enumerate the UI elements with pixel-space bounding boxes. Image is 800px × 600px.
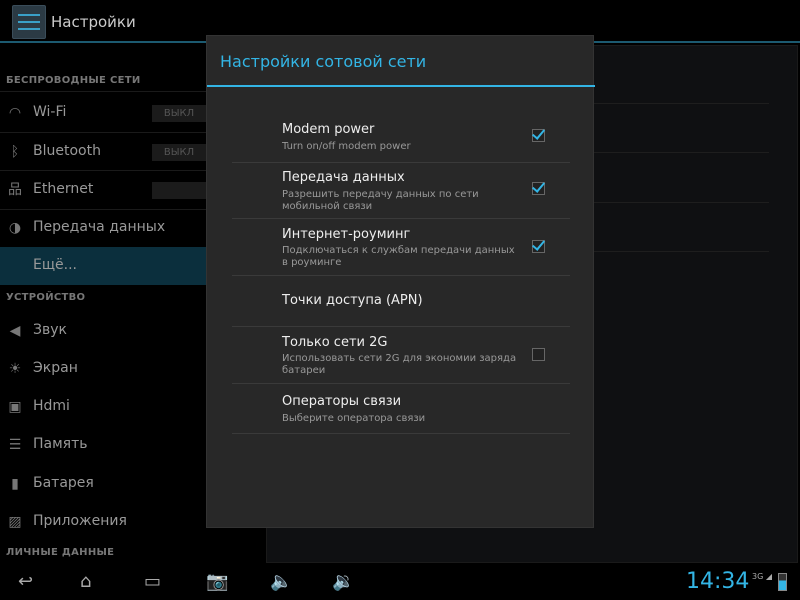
sidebar-item-battery[interactable]: ▮ Батарея (0, 465, 206, 503)
section-header-wireless: БЕСПРОВОДНЫЕ СЕТИ (6, 75, 141, 86)
pref-data-enabled[interactable]: Передача данных Разрешить передачу данны… (232, 163, 570, 219)
dialog-title: Настройки сотовой сети (220, 52, 427, 71)
home-button-icon[interactable]: ⌂ (80, 571, 91, 592)
clock: 14:34 (686, 569, 750, 594)
display-icon: ☀ (8, 361, 22, 377)
wifi-icon: ◠ (8, 105, 22, 121)
pref-access-point-names[interactable]: Точки доступа (APN) (232, 276, 570, 327)
2g-only-checkbox[interactable] (532, 348, 545, 361)
sidebar-item-more[interactable]: Ещё... (0, 247, 206, 285)
back-button-icon[interactable]: ↩ (18, 571, 33, 592)
pref-network-operators[interactable]: Операторы связи Выберите оператора связи (232, 384, 570, 434)
bluetooth-icon: ᛒ (10, 144, 20, 160)
pref-2g-only[interactable]: Только сети 2G Использовать сети 2G для … (232, 327, 570, 384)
sidebar-item-ethernet[interactable]: 品 Ethernet (0, 171, 206, 209)
pref-data-roaming[interactable]: Интернет-роуминг Подключаться к службам … (232, 219, 570, 276)
mobile-network-settings-dialog: Настройки сотовой сети Modem power Turn … (206, 35, 595, 528)
settings-sidebar: БЕСПРОВОДНЫЕ СЕТИ ◠ Wi-Fi ВЫКЛ ᛒ Bluetooth В… (0, 45, 206, 565)
bluetooth-toggle[interactable]: ВЫКЛ (152, 144, 206, 161)
sound-icon: ◀ (9, 323, 21, 339)
sidebar-item-hdmi[interactable]: ▣ Hdmi (0, 388, 206, 426)
volume-up-icon[interactable]: 🔉 (332, 571, 354, 592)
sidebar-item-bluetooth[interactable]: ᛒ Bluetooth ВЫКЛ (0, 133, 206, 171)
volume-down-icon[interactable]: 🔈 (270, 571, 292, 592)
settings-app-icon[interactable] (12, 5, 46, 39)
camera-icon[interactable]: 📷 (206, 571, 228, 592)
storage-icon: ☰ (8, 437, 22, 453)
data-enabled-checkbox[interactable] (532, 182, 545, 195)
battery-icon: ▮ (11, 476, 19, 492)
app-title: Настройки (51, 13, 136, 31)
sidebar-item-display[interactable]: ☀ Экран (0, 350, 206, 388)
sidebar-item-data-usage[interactable]: ◑ Передача данных (0, 209, 206, 247)
section-header-device: УСТРОЙСТВО (6, 292, 86, 303)
sidebar-item-storage[interactable]: ☰ Память (0, 426, 206, 464)
data-usage-icon: ◑ (8, 220, 22, 236)
battery-charging-icon (778, 573, 787, 591)
signal-3g-icon: 3G ◢ (752, 572, 772, 581)
recent-apps-button-icon[interactable]: ▭ (144, 571, 161, 592)
sidebar-item-wifi[interactable]: ◠ Wi-Fi ВЫКЛ (0, 94, 206, 132)
modem-power-checkbox[interactable] (532, 129, 545, 142)
ethernet-toggle[interactable] (152, 182, 206, 199)
sidebar-item-apps[interactable]: ▨ Приложения (0, 503, 206, 541)
sidebar-item-sound[interactable]: ◀ Звук (0, 312, 206, 350)
section-header-personal: ЛИЧНЫЕ ДАННЫЕ (6, 547, 115, 558)
data-roaming-checkbox[interactable] (532, 240, 545, 253)
pref-modem-power[interactable]: Modem power Turn on/off modem power (232, 114, 570, 163)
system-bar: ↩ ⌂ ▭ 📷 🔈 🔉 14:34 3G ◢ (0, 563, 800, 600)
apps-icon: ▨ (8, 514, 22, 530)
hdmi-icon: ▣ (8, 399, 22, 415)
ethernet-icon: 品 (8, 182, 22, 198)
wifi-toggle[interactable]: ВЫКЛ (152, 105, 206, 122)
